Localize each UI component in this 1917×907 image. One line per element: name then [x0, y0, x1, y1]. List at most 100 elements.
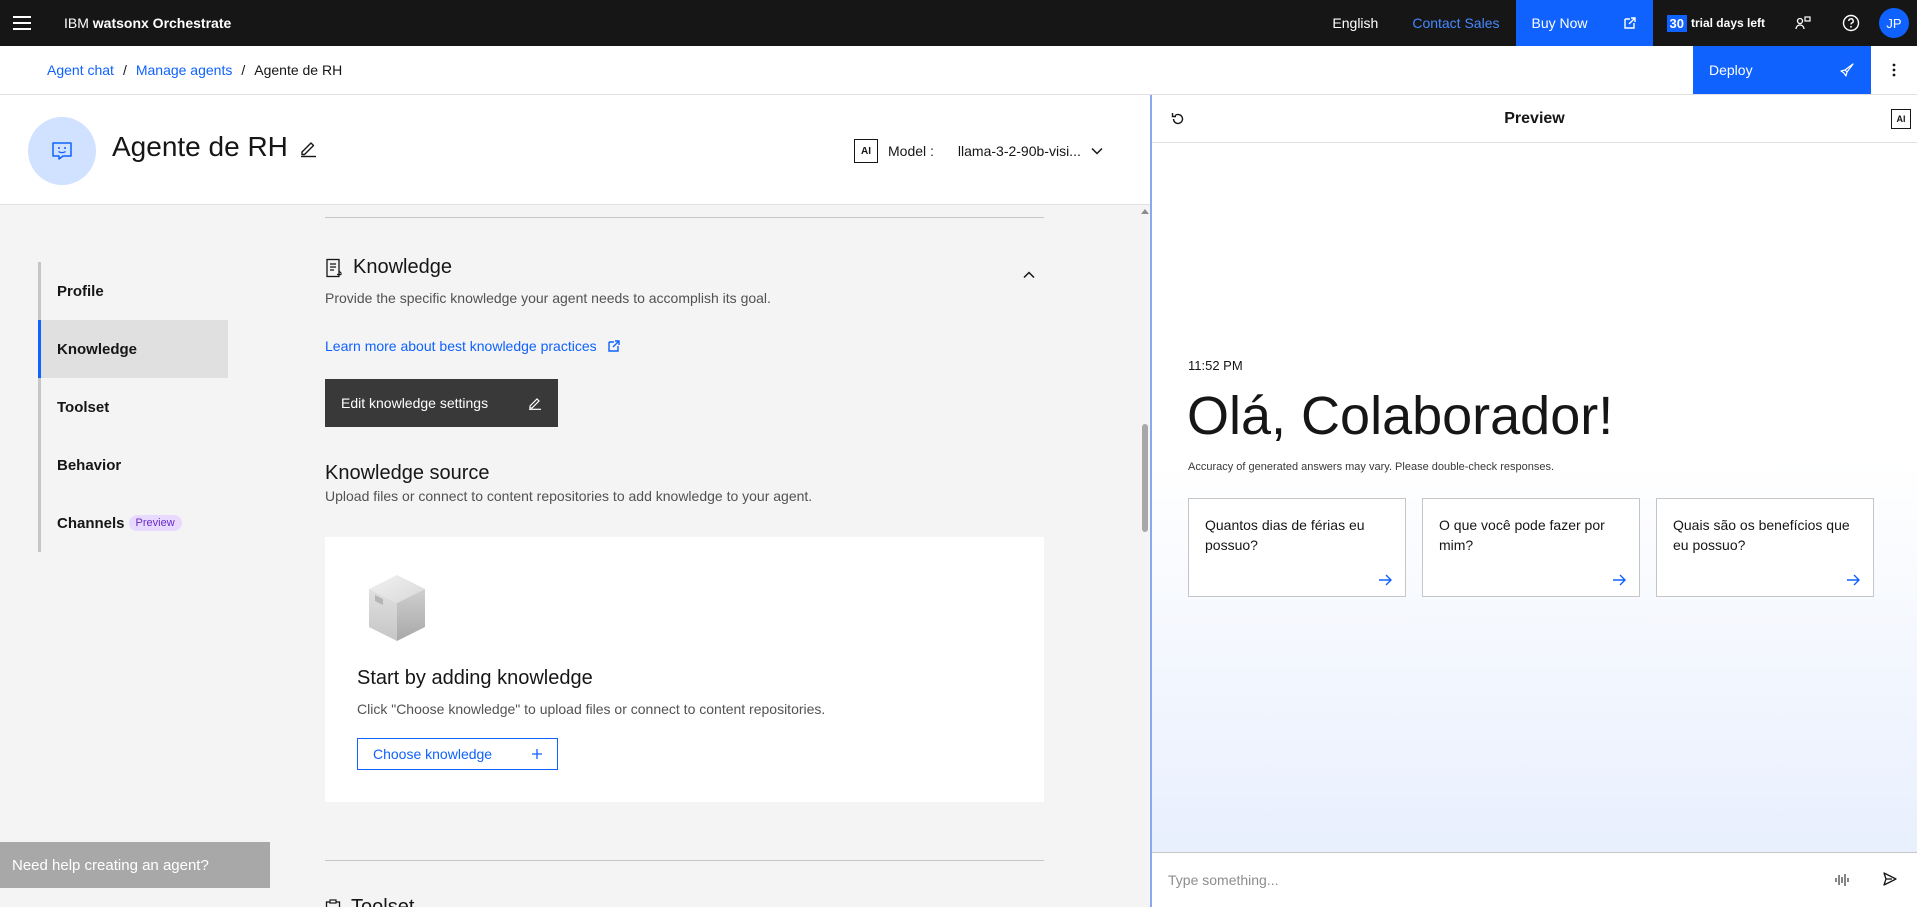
send-icon[interactable]	[1882, 871, 1898, 892]
toolset-heading: Toolset	[325, 896, 414, 907]
section-divider	[325, 860, 1044, 861]
empty-state-title: Start by adding knowledge	[357, 667, 593, 689]
learn-more-label: Learn more about best knowledge practice…	[325, 338, 597, 354]
sidenav-item-behavior[interactable]: Behavior	[41, 436, 228, 494]
buy-now-button[interactable]: Buy Now	[1515, 0, 1653, 46]
sidenav-item-profile[interactable]: Profile	[41, 262, 228, 320]
external-link-icon	[1623, 17, 1636, 29]
edit-name-icon[interactable]	[298, 138, 318, 163]
rocket-icon	[1840, 63, 1854, 77]
arrow-right-icon	[1847, 574, 1860, 586]
suggestion-card[interactable]: O que você pode fazer por mim?	[1422, 498, 1640, 597]
sidenav-item-knowledge[interactable]: Knowledge	[38, 320, 228, 378]
trial-indicator[interactable]: 30 trial days left	[1653, 14, 1780, 32]
need-help-button[interactable]: Need help creating an agent?	[0, 842, 270, 888]
model-label: Model :	[888, 143, 934, 159]
message-timestamp: 11:52 PM	[1188, 358, 1243, 373]
brand-prefix: IBM	[64, 15, 89, 31]
scrollbar-thumb[interactable]	[1142, 424, 1148, 532]
sidenav-item-toolset[interactable]: Toolset	[41, 378, 228, 436]
sidenav-item-label: Channels	[57, 514, 125, 532]
sidenav-item-label: Behavior	[57, 456, 122, 474]
toolset-icon	[325, 898, 341, 907]
knowledge-source-title: Knowledge source	[325, 462, 490, 484]
deploy-label: Deploy	[1709, 62, 1753, 78]
toolset-title: Toolset	[351, 896, 415, 907]
agent-header: Agente de RH AI Model : llama-3-2-90b-vi…	[0, 95, 1150, 205]
breadcrumb-current-page: Agente de RH	[254, 62, 343, 78]
knowledge-book-icon	[326, 258, 342, 277]
agent-avatar	[28, 117, 96, 185]
plus-icon	[532, 749, 542, 759]
box-illustration-icon	[365, 571, 429, 652]
choose-knowledge-button[interactable]: Choose knowledge	[357, 738, 558, 770]
edit-knowledge-settings-button[interactable]: Edit knowledge settings	[325, 379, 558, 427]
contact-sales-link[interactable]: Contact Sales	[1396, 0, 1515, 46]
scrollbar[interactable]	[1140, 206, 1150, 907]
product-name[interactable]: IBM watsonx Orchestrate	[64, 15, 231, 31]
refresh-icon[interactable]	[1170, 111, 1186, 132]
voice-input-icon[interactable]	[1834, 872, 1850, 893]
top-navigation-bar: IBM watsonx Orchestrate English Contact …	[0, 0, 1917, 46]
brand-name: watsonx Orchestrate	[92, 15, 232, 31]
sidenav-item-label: Toolset	[57, 398, 110, 416]
agent-name-title: Agente de RH	[112, 131, 288, 162]
suggestion-card[interactable]: Quantos dias de férias eu possuo?	[1188, 498, 1406, 597]
chevron-up-icon[interactable]	[1023, 266, 1035, 284]
model-selector[interactable]: AI Model : llama-3-2-90b-visi...	[854, 139, 1103, 163]
breadcrumb-bar: Agent chat / Manage agents / Agente de R…	[0, 46, 1917, 95]
scroll-up-arrow-icon[interactable]	[1141, 208, 1149, 214]
agent-config-panel: Profile Knowledge Toolset Behavior Chann…	[0, 206, 1150, 907]
message-input[interactable]	[1168, 872, 1808, 888]
accuracy-disclaimer: Accuracy of generated answers may vary. …	[1188, 461, 1555, 473]
breadcrumb-manage-agents[interactable]: Manage agents	[136, 62, 233, 78]
sidenav-item-channels[interactable]: Channels Preview	[41, 494, 228, 552]
choose-knowledge-label: Choose knowledge	[373, 746, 493, 762]
arrow-right-icon	[1613, 574, 1626, 586]
sidenav-item-label: Knowledge	[57, 340, 138, 358]
trial-days-text: trial days left	[1690, 16, 1765, 30]
sidenav-item-label: Profile	[57, 282, 104, 300]
suggestion-text: Quantos dias de férias eu possuo?	[1205, 517, 1365, 553]
overflow-menu-icon[interactable]	[1871, 46, 1917, 94]
trial-days-count: 30	[1666, 14, 1687, 32]
help-icon[interactable]	[1827, 0, 1875, 46]
empty-state-description: Click "Choose knowledge" to upload files…	[357, 701, 826, 717]
chat-composer	[1152, 852, 1917, 907]
preview-panel: Preview AI 11:52 PM Olá, Colaborador! Ac…	[1150, 95, 1917, 907]
arrow-right-icon	[1379, 574, 1392, 586]
breadcrumb-agent-chat[interactable]: Agent chat	[47, 62, 114, 78]
knowledge-heading: Knowledge	[325, 256, 452, 279]
user-avatar[interactable]: JP	[1879, 8, 1909, 38]
learn-more-link[interactable]: Learn more about best knowledge practice…	[325, 338, 621, 354]
deploy-button[interactable]: Deploy	[1693, 46, 1871, 94]
chevron-down-icon	[1091, 147, 1103, 155]
breadcrumb-separator: /	[241, 62, 246, 78]
breadcrumb-separator: /	[122, 62, 127, 78]
breadcrumb: Agent chat / Manage agents / Agente de R…	[47, 62, 342, 78]
greeting-message: Olá, Colaborador!	[1187, 386, 1614, 446]
suggestion-text: O que você pode fazer por mim?	[1439, 517, 1605, 553]
external-link-icon	[607, 340, 620, 352]
section-divider	[325, 217, 1044, 218]
preview-tag: Preview	[128, 515, 182, 531]
chat-bot-icon	[52, 142, 72, 160]
hamburger-menu-icon[interactable]	[0, 0, 44, 46]
ai-label-icon[interactable]: AI	[1891, 109, 1911, 129]
edit-pencil-icon	[529, 398, 541, 410]
empty-knowledge-card: Start by adding knowledge Click "Choose …	[325, 537, 1044, 802]
language-selector[interactable]: English	[1316, 0, 1396, 46]
user-switch-icon[interactable]	[1779, 0, 1827, 46]
suggestion-text: Quais são os benefícios que eu possuo?	[1673, 517, 1850, 553]
preview-title: Preview	[1504, 109, 1565, 127]
knowledge-description: Provide the specific knowledge your agen…	[325, 290, 771, 306]
knowledge-source-description: Upload files or connect to content repos…	[325, 488, 813, 504]
edit-knowledge-label: Edit knowledge settings	[341, 395, 489, 411]
buy-now-label: Buy Now	[1531, 15, 1588, 31]
section-navigation: Profile Knowledge Toolset Behavior Chann…	[38, 262, 228, 552]
knowledge-title: Knowledge	[353, 256, 452, 278]
preview-header: Preview AI	[1152, 95, 1917, 143]
model-value: llama-3-2-90b-visi...	[957, 143, 1081, 159]
suggestion-card[interactable]: Quais são os benefícios que eu possuo?	[1656, 498, 1874, 597]
ai-badge-icon: AI	[854, 139, 878, 163]
